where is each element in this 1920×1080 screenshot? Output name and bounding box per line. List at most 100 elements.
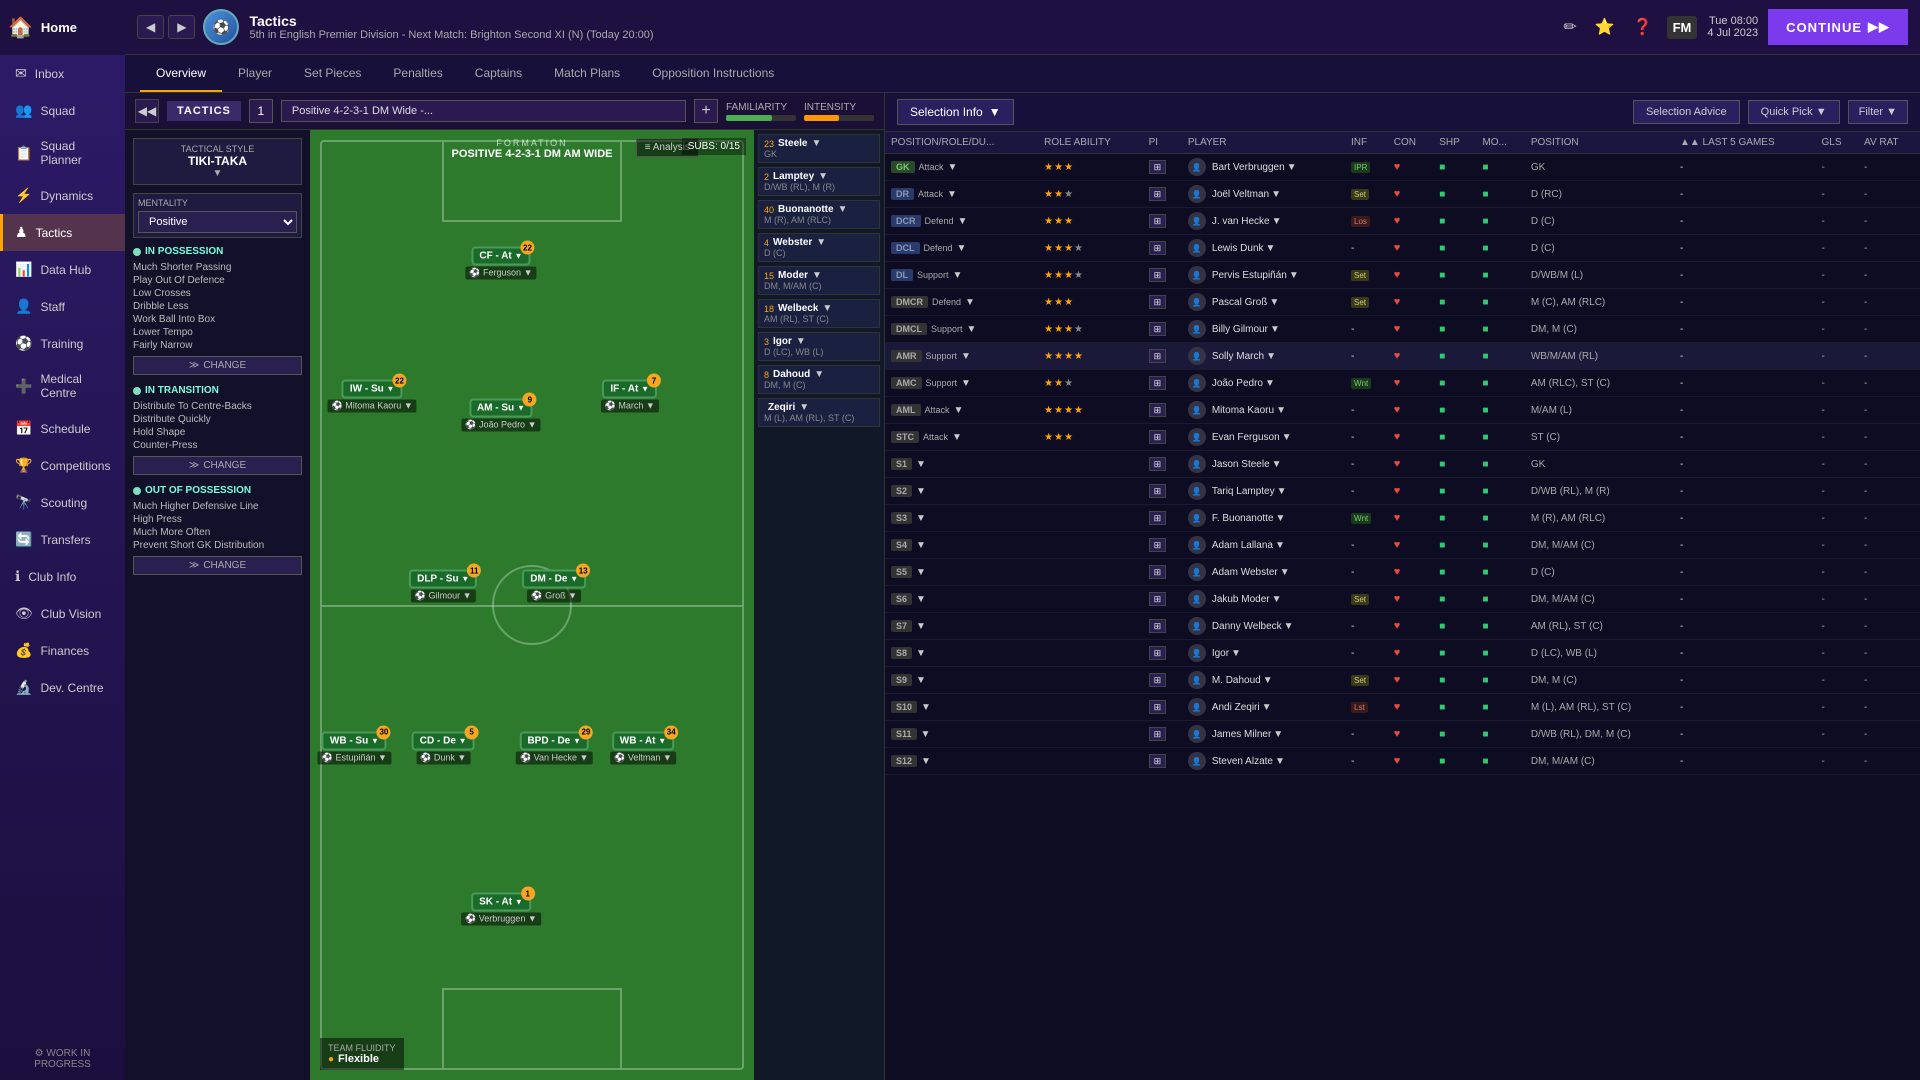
tactics-name[interactable]: Positive 4-2-3-1 DM Wide -... — [281, 100, 686, 122]
table-row[interactable]: AMR Support ▼ ★★★★ ⊞ 👤 Solly March ▼ - ♥… — [885, 343, 1920, 370]
pitch-player-token[interactable]: 7 IF - At ▼ ⚽ March ▼ — [601, 380, 659, 413]
sub-dropdown[interactable]: ▼ — [838, 204, 848, 215]
cell-player[interactable]: 👤 Jakub Moder ▼ — [1182, 586, 1345, 613]
player-dropdown[interactable]: ▼ — [1272, 216, 1282, 227]
pos-dropdown[interactable]: ▼ — [952, 432, 962, 443]
pitch-player-token[interactable]: 22 IW - Su ▼ ⚽ Mitoma Kaoru ▼ — [328, 380, 417, 413]
sub-dropdown[interactable]: ▼ — [814, 369, 824, 380]
sidebar-item-medical-centre[interactable]: ➕Medical Centre — [0, 362, 125, 410]
sub-player[interactable]: 40 Buonanotte ▼ M (R), AM (RLC) — [758, 200, 880, 229]
sidebar-item-club-info[interactable]: ℹClub Info — [0, 558, 125, 595]
player-dropdown[interactable]: ▼ — [1273, 729, 1283, 740]
sub-dropdown[interactable]: ▼ — [822, 303, 832, 314]
table-row[interactable]: DR Attack ▼ ★★★ ⊞ 👤 Joël Veltman ▼ Set ♥… — [885, 181, 1920, 208]
back-button[interactable]: ◀ — [137, 15, 164, 39]
sub-dropdown[interactable]: ▼ — [816, 237, 826, 248]
cell-player[interactable]: 👤 Pervis Estupiñán ▼ — [1182, 262, 1345, 289]
selection-advice-btn[interactable]: Selection Advice — [1633, 100, 1740, 124]
cell-player[interactable]: 👤 Igor ▼ — [1182, 640, 1345, 667]
pitch-player-token[interactable]: 29 BPD - De ▼ ⚽ Van Hecke ▼ — [516, 731, 592, 764]
player-dropdown[interactable]: ▼ — [1289, 270, 1299, 281]
token-badge[interactable]: 5 CD - De ▼ — [412, 731, 475, 750]
help-icon[interactable]: ❓ — [1629, 13, 1657, 41]
player-dropdown[interactable]: ▼ — [1276, 513, 1286, 524]
player-dropdown[interactable]: ▼ — [1282, 432, 1292, 443]
cell-player[interactable]: 👤 Bart Verbruggen ▼ — [1182, 154, 1345, 181]
token-badge[interactable]: 22 CF - At ▼ — [471, 247, 530, 266]
pos-dropdown[interactable]: ▼ — [916, 594, 926, 605]
table-row[interactable]: S11 ▼ ⊞ 👤 James Milner ▼ - ♥ ■ ■ D/WB (R… — [885, 721, 1920, 748]
mentality-select[interactable]: Positive — [138, 211, 297, 233]
cell-player[interactable]: 👤 Pascal Groß ▼ — [1182, 289, 1345, 316]
sidebar-item-competitions[interactable]: 🏆Competitions — [0, 447, 125, 484]
pos-dropdown[interactable]: ▼ — [916, 459, 926, 470]
pos-dropdown[interactable]: ▼ — [916, 567, 926, 578]
cell-player[interactable]: 👤 James Milner ▼ — [1182, 721, 1345, 748]
sidebar-item-schedule[interactable]: 📅Schedule — [0, 410, 125, 447]
sub-player[interactable]: 4 Webster ▼ D (C) — [758, 233, 880, 262]
out-possession-change-btn[interactable]: ≫ CHANGE — [133, 556, 302, 575]
pitch-player-token[interactable]: 1 SK - At ▼ ⚽ Verbruggen ▼ — [461, 893, 541, 926]
sub-player[interactable]: 23 Steele ▼ GK — [758, 134, 880, 163]
sub-dropdown[interactable]: ▼ — [796, 336, 806, 347]
pitch-player-token[interactable]: 9 AM - Su ▼ ⚽ João Pedro ▼ — [461, 399, 540, 432]
selection-info-btn[interactable]: Selection Info ▼ — [897, 99, 1014, 125]
star-icon[interactable]: ⭐ — [1591, 13, 1619, 41]
sub-dropdown[interactable]: ▼ — [812, 270, 822, 281]
table-row[interactable]: S12 ▼ ⊞ 👤 Steven Alzate ▼ - ♥ ■ ■ DM, M/… — [885, 748, 1920, 775]
transition-change-btn[interactable]: ≫ CHANGE — [133, 456, 302, 475]
cell-player[interactable]: 👤 Mitoma Kaoru ▼ — [1182, 397, 1345, 424]
pos-dropdown[interactable]: ▼ — [965, 297, 975, 308]
tab-penalties[interactable]: Penalties — [377, 56, 458, 92]
cell-player[interactable]: 👤 Evan Ferguson ▼ — [1182, 424, 1345, 451]
sidebar-item-dev-centre[interactable]: 🔬Dev. Centre — [0, 669, 125, 706]
table-row[interactable]: S6 ▼ ⊞ 👤 Jakub Moder ▼ Set ♥ ■ ■ DM, M/A… — [885, 586, 1920, 613]
pitch-player-token[interactable]: 13 DM - De ▼ ⚽ Groß ▼ — [522, 570, 586, 603]
continue-button[interactable]: CONTINUE ▶▶ — [1768, 9, 1908, 45]
token-badge[interactable]: 7 IF - At ▼ — [602, 380, 657, 399]
quick-pick-btn[interactable]: Quick Pick ▼ — [1748, 100, 1840, 124]
table-row[interactable]: AMC Support ▼ ★★★ ⊞ 👤 João Pedro ▼ Wnt ♥… — [885, 370, 1920, 397]
token-badge[interactable]: 11 DLP - Su ▼ — [409, 570, 477, 589]
table-row[interactable]: GK Attack ▼ ★★★ ⊞ 👤 Bart Verbruggen ▼ IP… — [885, 154, 1920, 181]
table-row[interactable]: AML Attack ▼ ★★★★ ⊞ 👤 Mitoma Kaoru ▼ - ♥… — [885, 397, 1920, 424]
player-dropdown[interactable]: ▼ — [1284, 621, 1294, 632]
tactics-add-btn[interactable]: + — [694, 99, 718, 123]
sidebar-item-staff[interactable]: 👤Staff — [0, 288, 125, 325]
pitch-player-token[interactable]: 34 WB - At ▼ ⚽ Veltman ▼ — [610, 731, 676, 764]
tab-opposition-instructions[interactable]: Opposition Instructions — [636, 56, 790, 92]
sub-player[interactable]: 3 Igor ▼ D (LC), WB (L) — [758, 332, 880, 361]
sidebar-item-dynamics[interactable]: ⚡Dynamics — [0, 177, 125, 214]
pos-dropdown[interactable]: ▼ — [957, 243, 967, 254]
player-dropdown[interactable]: ▼ — [1266, 351, 1276, 362]
player-dropdown[interactable]: ▼ — [1287, 162, 1297, 173]
pitch-player-token[interactable]: 11 DLP - Su ▼ ⚽ Gilmour ▼ — [409, 570, 477, 603]
player-dropdown[interactable]: ▼ — [1272, 459, 1282, 470]
forward-button[interactable]: ▶ — [168, 15, 195, 39]
sidebar-item-transfers[interactable]: 🔄Transfers — [0, 521, 125, 558]
cell-player[interactable]: 👤 João Pedro ▼ — [1182, 370, 1345, 397]
sub-dropdown[interactable]: ▼ — [811, 138, 821, 149]
pos-dropdown[interactable]: ▼ — [921, 756, 931, 767]
table-row[interactable]: DL Support ▼ ★★★★ ⊞ 👤 Pervis Estupiñán ▼… — [885, 262, 1920, 289]
cell-player[interactable]: 👤 Tariq Lamptey ▼ — [1182, 478, 1345, 505]
pos-dropdown[interactable]: ▼ — [961, 351, 971, 362]
table-row[interactable]: S1 ▼ ⊞ 👤 Jason Steele ▼ - ♥ ■ ■ GK - - - — [885, 451, 1920, 478]
cell-player[interactable]: 👤 Solly March ▼ — [1182, 343, 1345, 370]
pos-dropdown[interactable]: ▼ — [921, 702, 931, 713]
sub-dropdown[interactable]: ▼ — [799, 402, 809, 413]
pos-dropdown[interactable]: ▼ — [948, 162, 958, 173]
cell-player[interactable]: 👤 Andi Zeqiri ▼ — [1182, 694, 1345, 721]
tab-captains[interactable]: Captains — [459, 56, 538, 92]
cell-player[interactable]: 👤 Steven Alzate ▼ — [1182, 748, 1345, 775]
tab-overview[interactable]: Overview — [140, 56, 222, 92]
token-badge[interactable]: 34 WB - At ▼ — [612, 731, 674, 750]
table-row[interactable]: S8 ▼ ⊞ 👤 Igor ▼ - ♥ ■ ■ D (LC), WB (L) -… — [885, 640, 1920, 667]
table-row[interactable]: DMCR Defend ▼ ★★★ ⊞ 👤 Pascal Groß ▼ Set … — [885, 289, 1920, 316]
table-row[interactable]: S4 ▼ ⊞ 👤 Adam Lallana ▼ - ♥ ■ ■ DM, M/AM… — [885, 532, 1920, 559]
cell-player[interactable]: 👤 Billy Gilmour ▼ — [1182, 316, 1345, 343]
player-dropdown[interactable]: ▼ — [1275, 756, 1285, 767]
edit-icon[interactable]: ✏ — [1559, 13, 1580, 41]
player-dropdown[interactable]: ▼ — [1276, 405, 1286, 416]
cell-player[interactable]: 👤 F. Buonanotte ▼ — [1182, 505, 1345, 532]
